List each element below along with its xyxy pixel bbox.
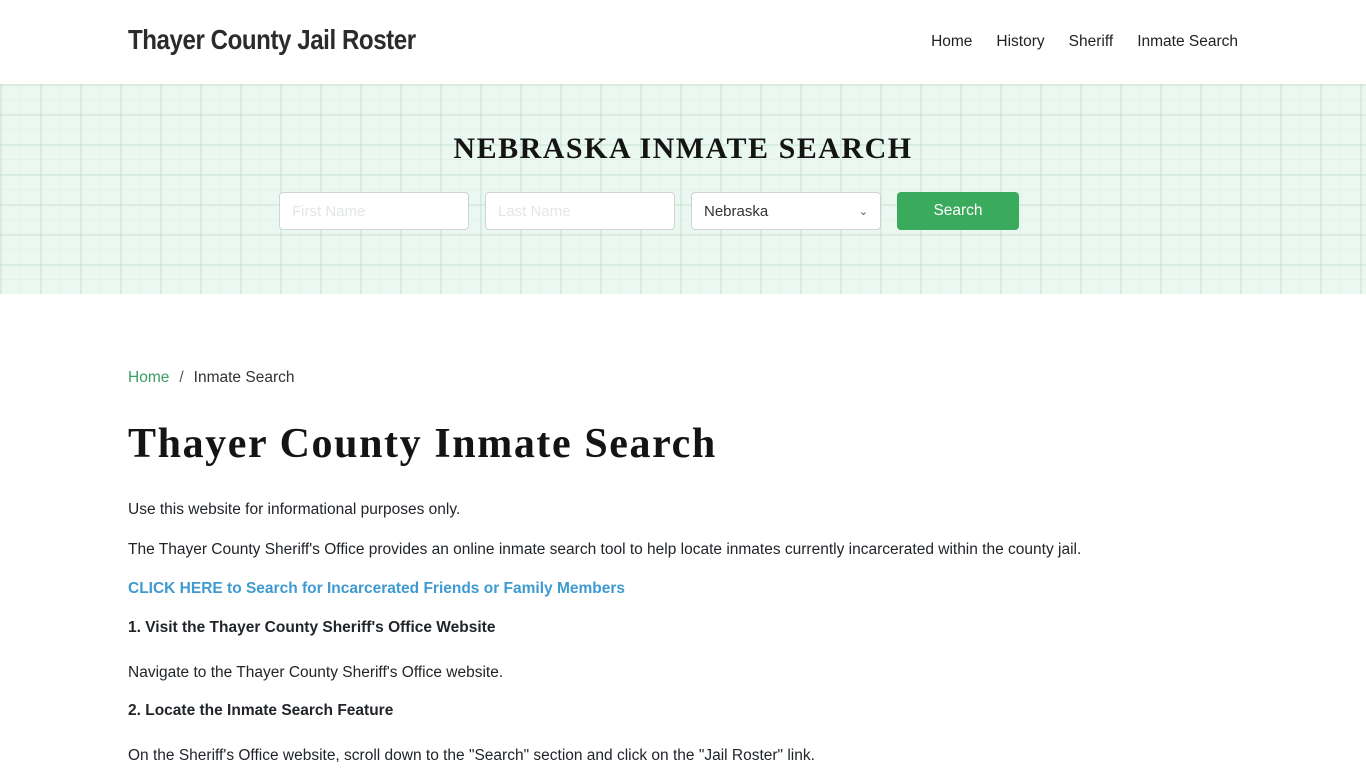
step-1-title: 1. Visit the Thayer County Sheriff's Off… xyxy=(128,619,496,636)
nav-inmate-search[interactable]: Inmate Search xyxy=(1137,33,1238,51)
inmate-search-form: First Name Last Name Nebraska ⌄ Search xyxy=(279,192,1019,230)
description-text: The Thayer County Sheriff's Office provi… xyxy=(128,541,1082,558)
step-1-text: Navigate to the Thayer County Sheriff's … xyxy=(128,664,504,681)
main-nav: Home History Sheriff Inmate Search xyxy=(907,33,1238,51)
last-name-input[interactable]: Last Name xyxy=(485,192,675,230)
state-select[interactable]: Nebraska ⌄ xyxy=(691,192,881,230)
step-2-text: On the Sheriff's Office website, scroll … xyxy=(128,747,815,764)
intro-text: Use this website for informational purpo… xyxy=(128,501,461,518)
site-header: Thayer County Jail Roster Home History S… xyxy=(0,0,1366,84)
hero-search-banner: NEBRASKA INMATE SEARCH First Name Last N… xyxy=(0,84,1366,294)
search-friends-family-link[interactable]: CLICK HERE to Search for Incarcerated Fr… xyxy=(128,580,625,598)
nav-home[interactable]: Home xyxy=(931,33,972,51)
step-2-title: 2. Locate the Inmate Search Feature xyxy=(128,702,394,719)
breadcrumb-current: Inmate Search xyxy=(193,369,295,386)
breadcrumb: Home / Inmate Search xyxy=(128,369,294,387)
chevron-down-icon: ⌄ xyxy=(858,205,868,218)
breadcrumb-home[interactable]: Home xyxy=(128,369,169,387)
site-title-link[interactable]: Thayer County Jail Roster xyxy=(128,24,416,56)
nav-sheriff[interactable]: Sheriff xyxy=(1069,33,1114,51)
first-name-input[interactable]: First Name xyxy=(279,192,469,230)
state-select-value: Nebraska xyxy=(704,202,769,220)
breadcrumb-separator: / xyxy=(179,369,184,386)
hero-title: NEBRASKA INMATE SEARCH xyxy=(453,132,913,165)
search-button[interactable]: Search xyxy=(897,192,1019,230)
page-title: Thayer County Inmate Search xyxy=(128,421,717,467)
nav-history[interactable]: History xyxy=(996,33,1044,51)
